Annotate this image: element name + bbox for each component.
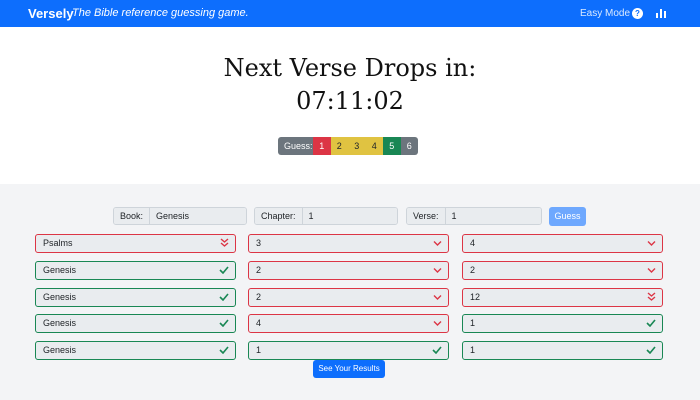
guess-cell: 4 (248, 314, 449, 333)
guess-legend-item: 6 (400, 137, 418, 155)
see-results-button[interactable]: See Your Results (313, 360, 385, 378)
chevron-down-icon (647, 235, 656, 252)
chevron-down-icon (433, 262, 442, 279)
guess-cell: 2 (248, 261, 449, 280)
tagline: The Bible reference guessing game. (72, 7, 249, 19)
guess-cell-text: 1 (470, 345, 476, 355)
chevron-down-icon (647, 262, 656, 279)
guess-cell: 4 (462, 234, 663, 253)
guess-button[interactable]: Guess (549, 207, 586, 226)
guess-cell-text: 1 (470, 318, 476, 328)
chevron-down-icon (433, 315, 442, 332)
guess-cell-text: 3 (256, 238, 262, 248)
guess-cell: 1 (248, 341, 449, 360)
guess-cell-text: Psalms (43, 238, 73, 248)
check-icon (432, 342, 442, 359)
guess-cell-text: 1 (256, 345, 262, 355)
verse-input-group: Verse: 1 (406, 207, 542, 225)
double-chevron-down-icon (647, 289, 656, 306)
guess-cell-text: 2 (256, 292, 262, 302)
guess-cell-text: Genesis (43, 345, 77, 355)
countdown-timer: 07:11:02 (296, 87, 404, 115)
guess-cell-text: 4 (256, 318, 262, 328)
guess-cell: Genesis (35, 261, 236, 280)
book-input-group: Book: Genesis (113, 207, 247, 225)
guess-legend-item: 1 (313, 137, 331, 155)
guess-legend-item: 5 (383, 137, 401, 155)
guess-legend-item: 3 (348, 137, 366, 155)
guess-cell: 2 (248, 288, 449, 307)
guess-cell: Genesis (35, 341, 236, 360)
book-input[interactable]: Genesis (150, 208, 246, 224)
check-icon (219, 342, 229, 359)
guess-cell-text: Genesis (43, 292, 77, 302)
brand-logo[interactable]: Versely (28, 6, 74, 21)
guess-cell: Psalms (35, 234, 236, 253)
guess-cell: Genesis (35, 288, 236, 307)
guess-cell: Genesis (35, 314, 236, 333)
check-icon (219, 315, 229, 332)
check-icon (219, 289, 229, 306)
chevron-down-icon (433, 235, 442, 252)
double-chevron-down-icon (220, 235, 229, 252)
chapter-label: Chapter: (255, 208, 303, 224)
chapter-input[interactable]: 1 (302, 208, 397, 224)
check-icon (646, 342, 656, 359)
guess-cell: 2 (462, 261, 663, 280)
guess-cell-text: 2 (470, 265, 476, 275)
guess-legend-item: 4 (365, 137, 383, 155)
book-label: Book: (114, 208, 151, 224)
guess-legend-item: 2 (330, 137, 348, 155)
help-icon[interactable]: ? (632, 8, 643, 19)
headline: Next Verse Drops in: (223, 54, 477, 82)
guess-cell: 12 (462, 288, 663, 307)
chapter-input-group: Chapter: 1 (254, 207, 398, 225)
stats-icon[interactable] (656, 8, 666, 18)
easy-mode-toggle[interactable]: Easy Mode (580, 8, 630, 19)
guess-legend-label: Guess: (278, 137, 313, 155)
guess-cell-text: Genesis (43, 265, 77, 275)
guess-cell-text: Genesis (43, 318, 77, 328)
guess-cell: 3 (248, 234, 449, 253)
guess-cell-text: 12 (470, 292, 481, 302)
check-icon (219, 262, 229, 279)
verse-input[interactable]: 1 (445, 208, 541, 224)
guess-cell-text: 4 (470, 238, 476, 248)
guess-legend: Guess: 1 2 3 4 5 6 (278, 137, 418, 155)
guess-cell-text: 2 (256, 265, 262, 275)
guess-cell: 1 (462, 341, 663, 360)
chevron-down-icon (433, 289, 442, 306)
guess-cell: 1 (462, 314, 663, 333)
verse-label: Verse: (407, 208, 446, 224)
navbar: Versely The Bible reference guessing gam… (0, 0, 700, 27)
check-icon (646, 315, 656, 332)
